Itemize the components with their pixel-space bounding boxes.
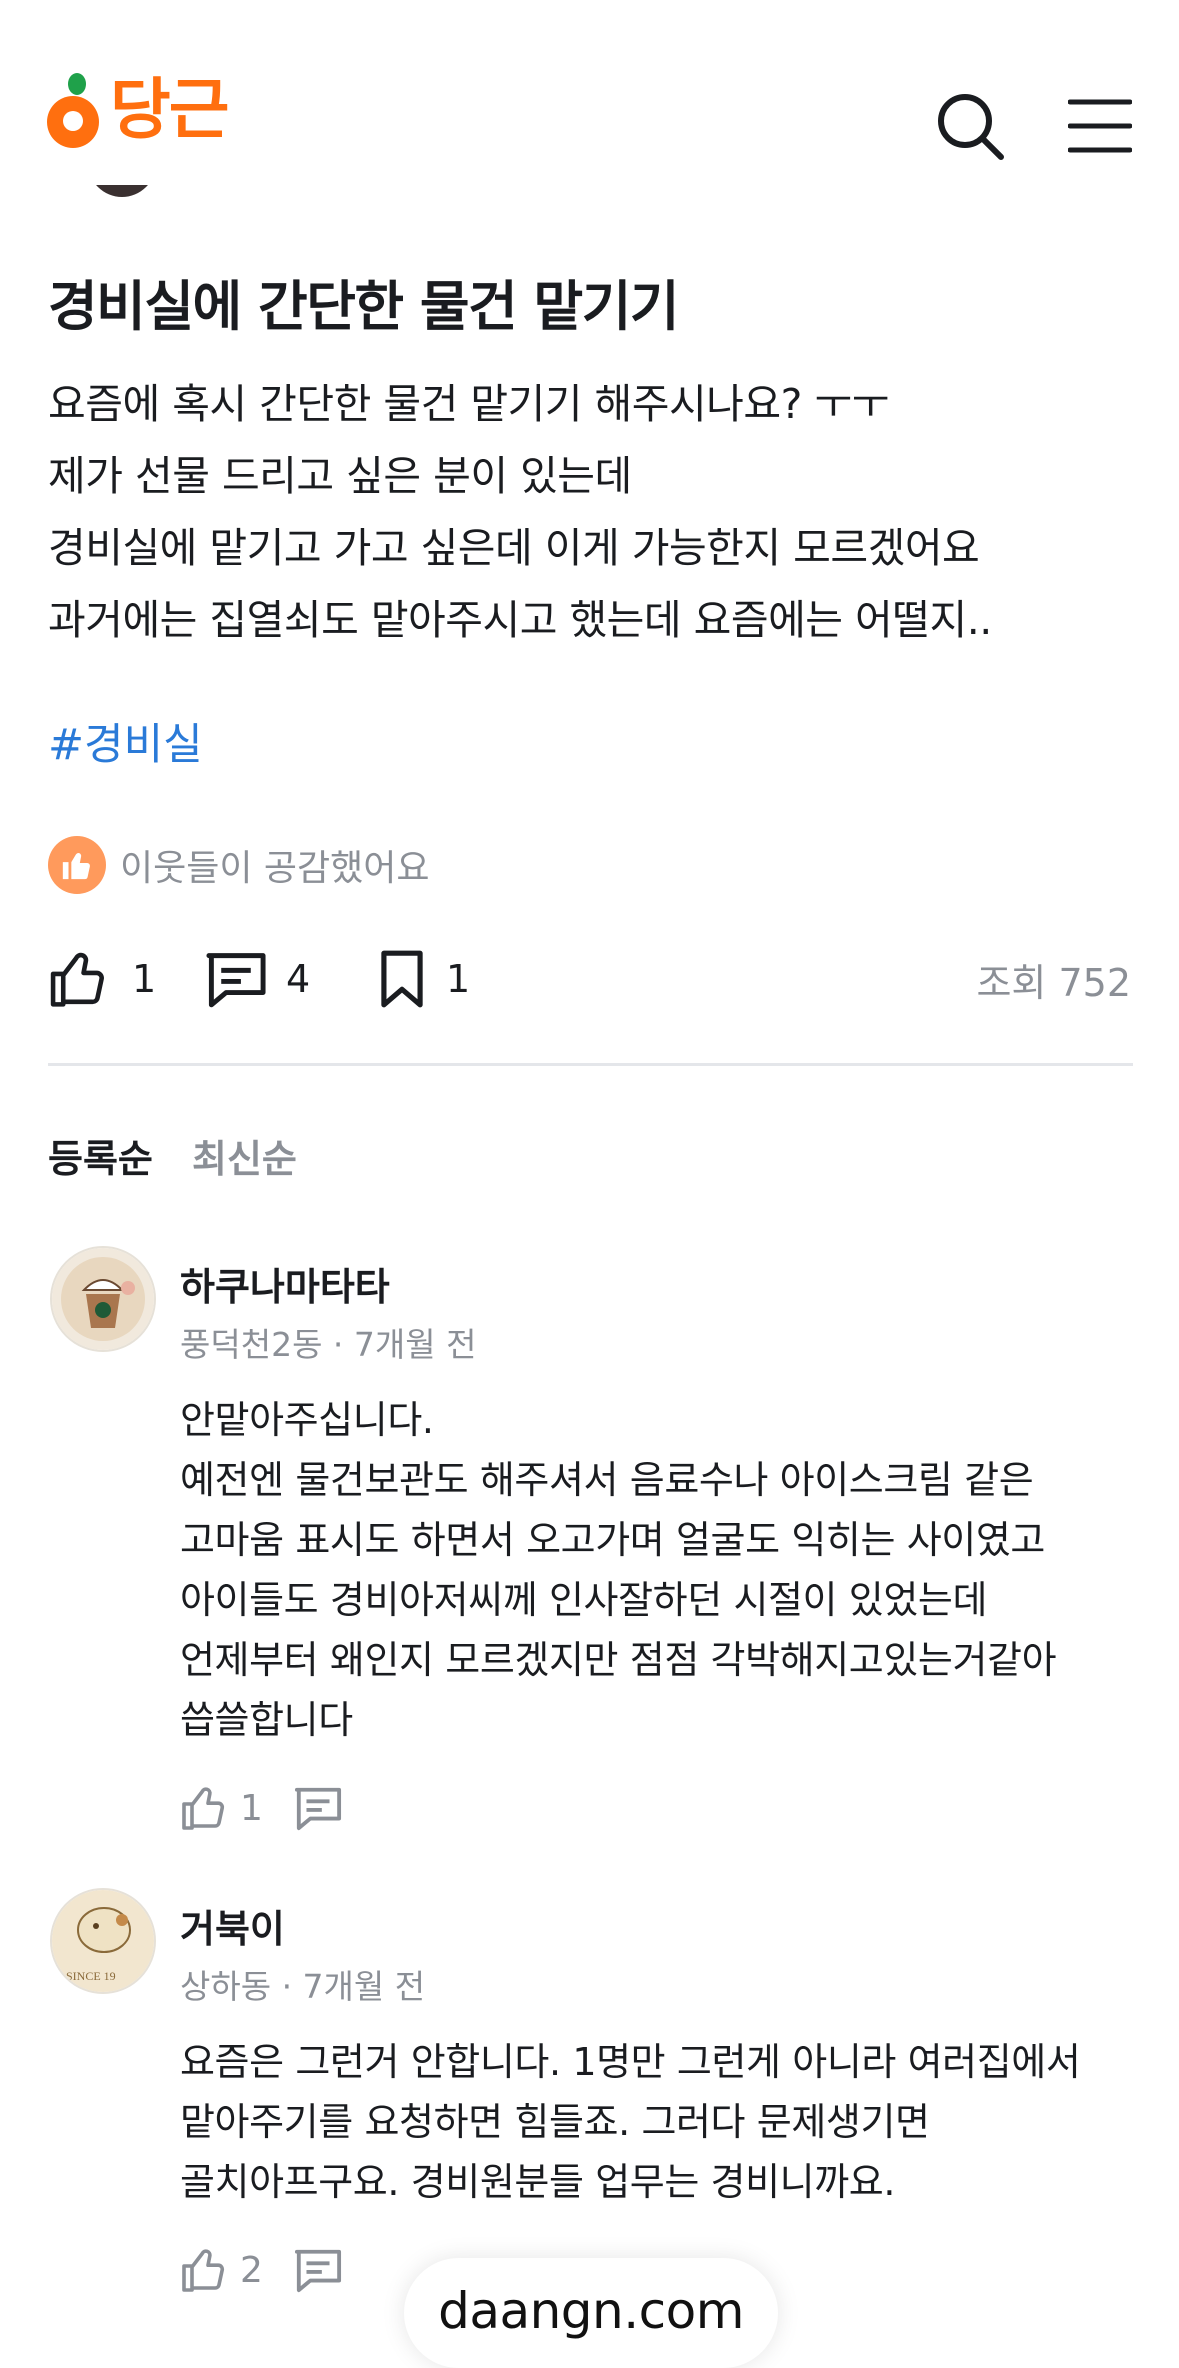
svg-text:SINCE 19: SINCE 19: [66, 1969, 116, 1983]
daangn-logo[interactable]: 당근: [46, 70, 229, 150]
hashtag-link[interactable]: #경비실: [48, 710, 203, 772]
comment-actions: 2: [180, 2246, 343, 2294]
author-avatar-partial: [88, 185, 156, 213]
search-icon: [938, 94, 1004, 160]
comment-meta: 풍덕천2동 · 7개월 전: [180, 1325, 477, 1364]
empathy-indicator: 이웃들이 공감했어요: [48, 836, 430, 894]
app-header: 당근: [0, 0, 1179, 185]
bookmark-button[interactable]: 1: [376, 948, 470, 1010]
avatar[interactable]: SINCE 19: [50, 1888, 156, 1994]
comment-text-line: 언제부터 왜인지 모르겠지만 점점 각박해지고있는거같아: [180, 1638, 1057, 1682]
search-button[interactable]: [930, 86, 1010, 166]
comment-text-line: 맡아주기를 요청하면 힘들죠. 그러다 문제생기면: [180, 2100, 930, 2144]
thumbs-up-icon[interactable]: [180, 2246, 232, 2294]
empathy-text: 이웃들이 공감했어요: [120, 848, 430, 889]
comment-text-line: 예전엔 물건보관도 해주셔서 음료수나 아이스크림 같은: [180, 1458, 1034, 1502]
view-count: 조회 752: [976, 961, 1131, 1005]
logo-text: 당근: [110, 71, 229, 148]
comment-author-name[interactable]: 하쿠나마타타: [180, 1256, 390, 1311]
thumbs-up-icon[interactable]: [180, 1784, 232, 1832]
comment-count: 4: [286, 957, 311, 1001]
comment-text-line: 요즘은 그런거 안합니다. 1명만 그런게 아니라 여러집에서: [180, 2040, 1081, 2084]
sort-registered-tab[interactable]: 등록순: [48, 1128, 153, 1183]
post-body-line: 과거에는 집열쇠도 맡아주시고 했는데 요즘에는 어떨지..: [48, 596, 992, 644]
divider: [48, 1063, 1133, 1066]
comment-like-count: 1: [240, 1787, 263, 1829]
comment-like-count: 2: [240, 2249, 263, 2291]
sort-latest-tab[interactable]: 최신순: [192, 1128, 297, 1183]
carrot-logo-icon: [47, 73, 99, 148]
avatar[interactable]: [50, 1246, 156, 1352]
domain-text: daangn.com: [438, 2282, 744, 2340]
bookmark-count: 1: [446, 957, 471, 1001]
comment-text-line: 씁쓸합니다: [180, 1698, 353, 1742]
post-body-line: 제가 선물 드리고 싶은 분이 있는데: [48, 452, 632, 500]
thumbs-up-badge-icon: [48, 836, 106, 894]
hamburger-menu-icon: [1068, 99, 1132, 153]
comment-meta: 상하동 · 7개월 전: [180, 1967, 426, 2006]
bookmark-icon: [381, 950, 423, 1008]
reply-icon[interactable]: [293, 2246, 343, 2294]
comment-actions: 1: [180, 1784, 343, 1832]
comment-text-line: 고마움 표시도 하면서 오고가며 얼굴도 익히는 사이였고: [180, 1518, 1045, 1562]
coffee-cup-avatar-image: [52, 1248, 154, 1350]
comment-button[interactable]: 4: [204, 948, 310, 1010]
turtle-avatar-image: SINCE 19: [52, 1890, 154, 1992]
comment-text-line: 아이들도 경비아저씨께 인사잘하던 시절이 있었는데: [180, 1578, 988, 1622]
comment-icon: [206, 953, 266, 1008]
comment-author-name[interactable]: 거북이: [180, 1898, 285, 1953]
post-body-line: 요즘에 혹시 간단한 물건 맡기기 해주시나요? ㅜㅜ: [48, 380, 889, 428]
like-button[interactable]: 1: [48, 948, 156, 1010]
comment-text-line: 안맡아주십니다.: [180, 1398, 434, 1442]
comment-text-line: 골치아프구요. 경비원분들 업무는 경비니까요.: [180, 2160, 896, 2204]
thumbs-up-icon: [50, 952, 104, 1007]
like-count: 1: [132, 957, 157, 1001]
post-title: 경비실에 간단한 물건 맡기기: [48, 275, 680, 338]
menu-button[interactable]: [1060, 86, 1140, 166]
reply-icon[interactable]: [293, 1784, 343, 1832]
domain-pill: daangn.com: [404, 2258, 778, 2368]
post-body-line: 경비실에 맡기고 가고 싶은데 이게 가능한지 모르겠어요: [48, 524, 980, 572]
